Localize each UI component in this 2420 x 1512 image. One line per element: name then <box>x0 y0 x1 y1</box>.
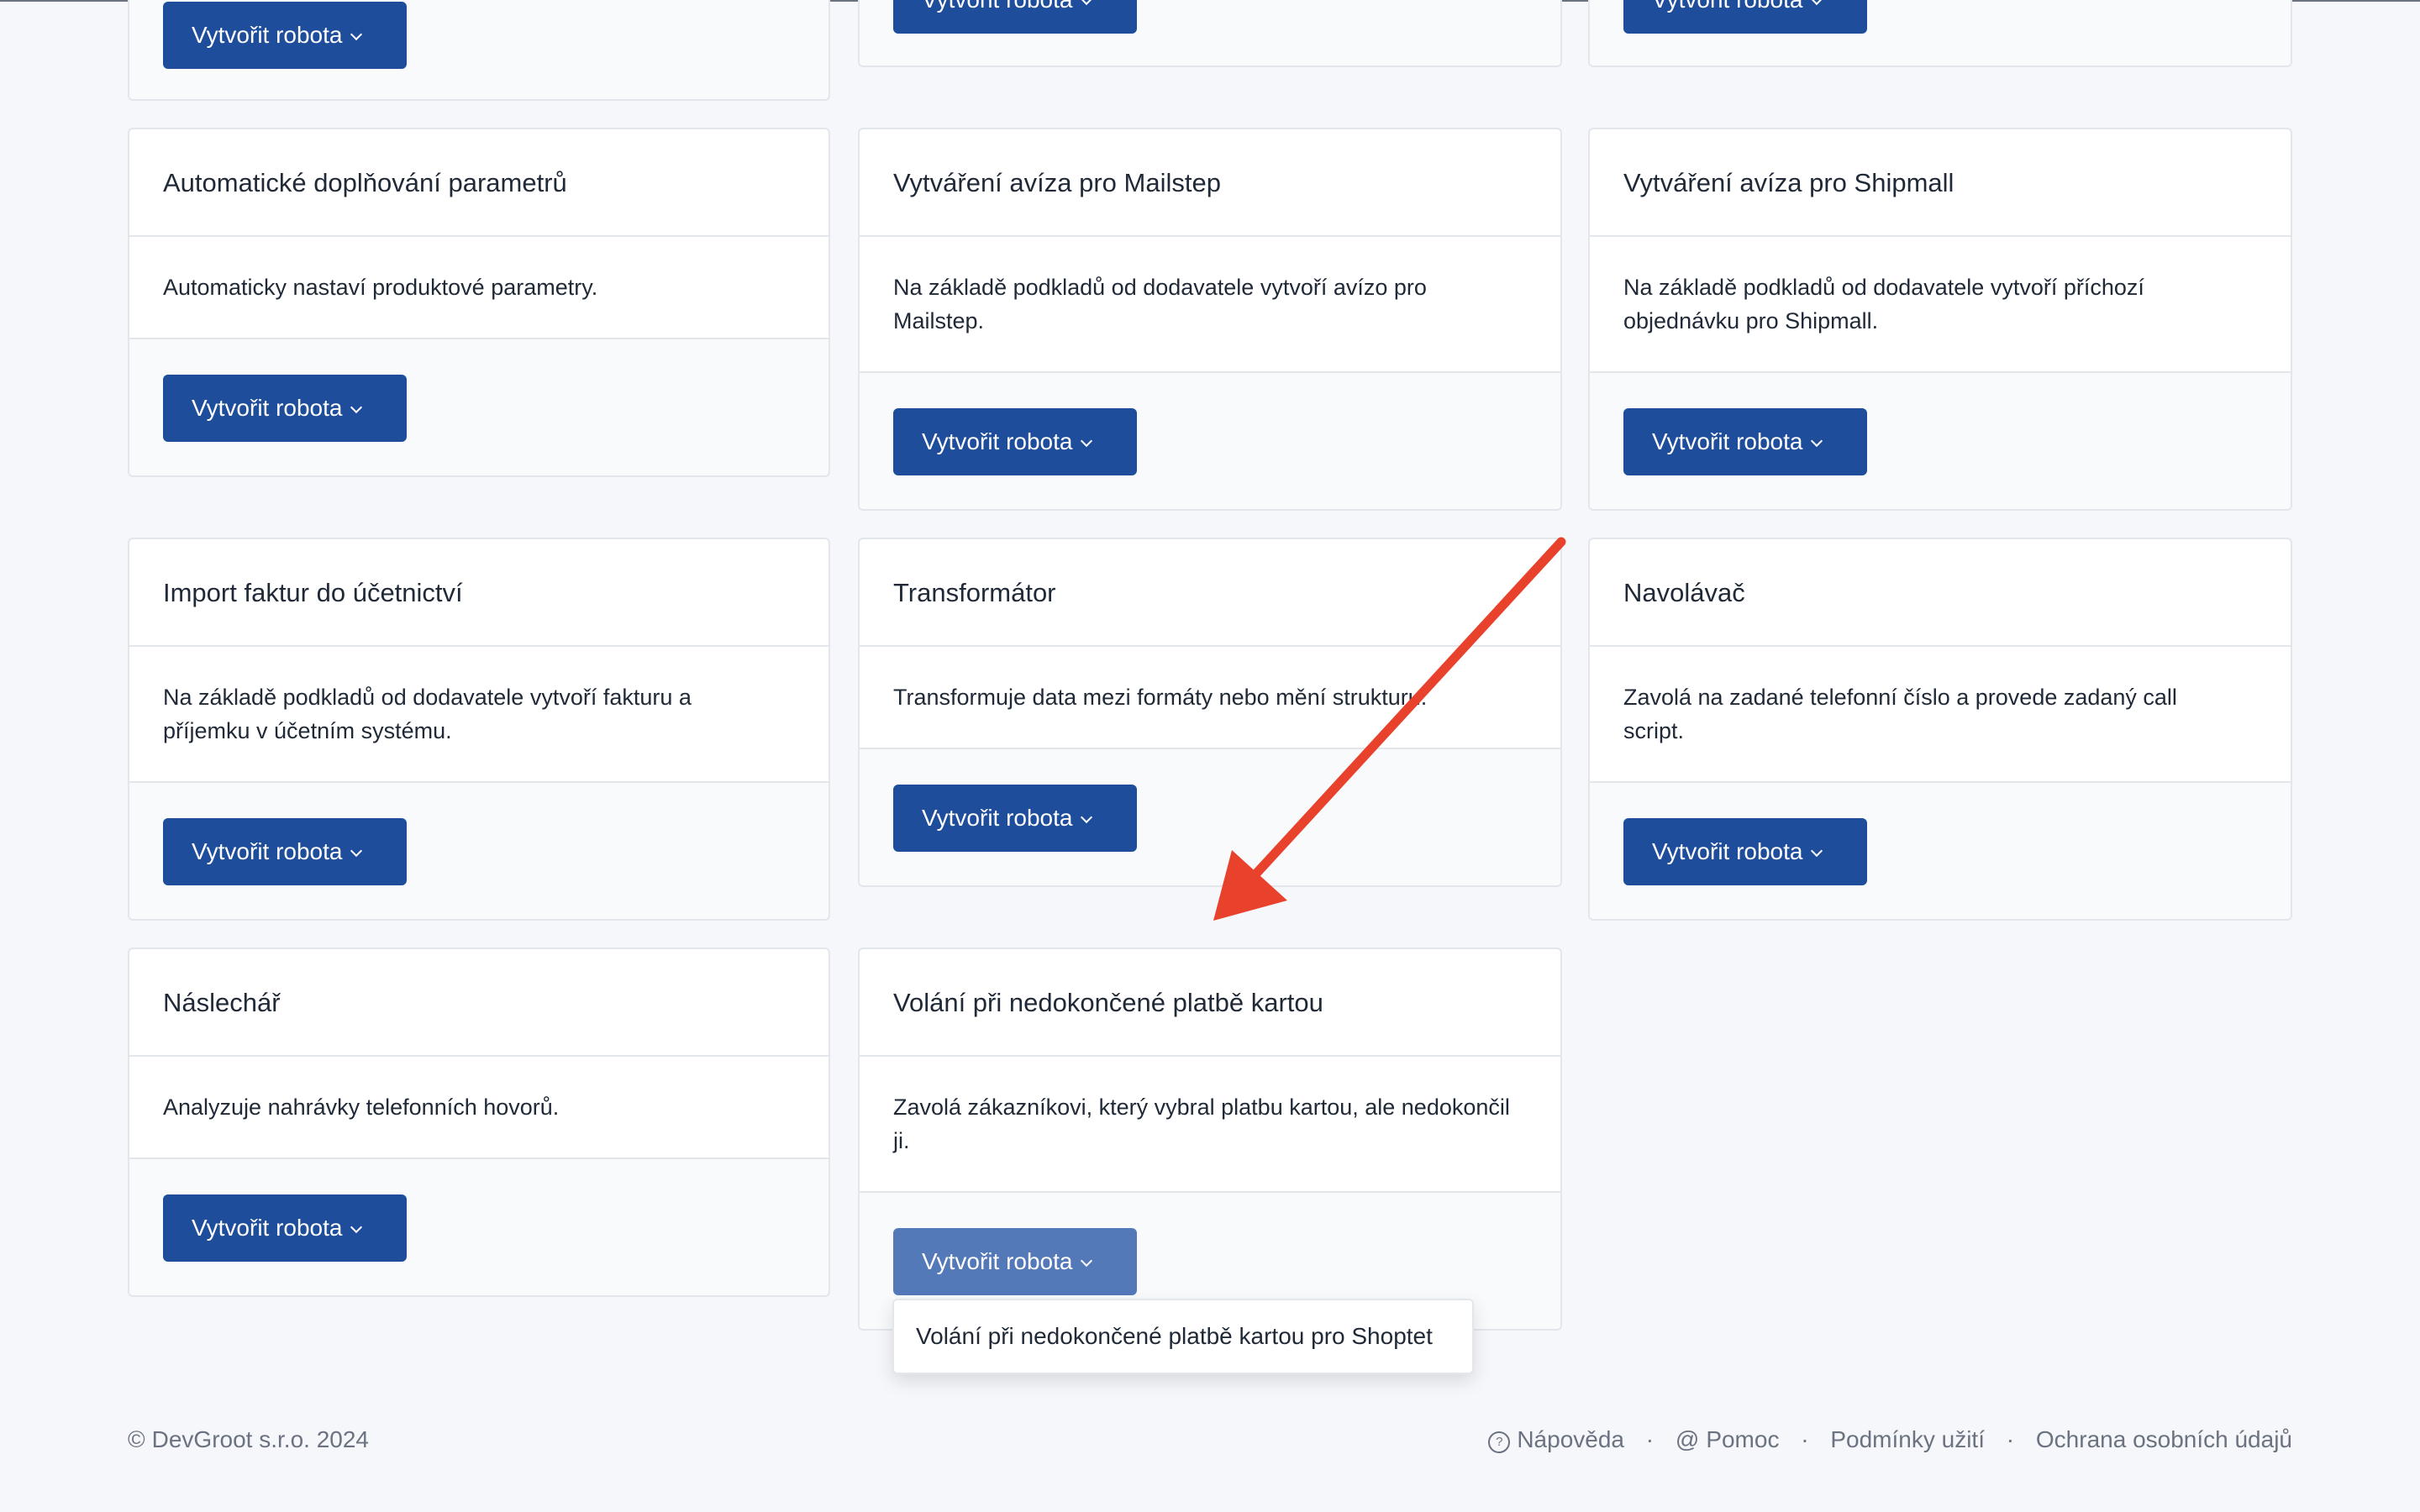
chevron-down-icon <box>1811 0 1823 6</box>
question-circle-icon: ? <box>1488 1431 1511 1453</box>
footer-link-support[interactable]: Pomoc <box>1706 1426 1779 1452</box>
create-robot-button-label: Vytvořit robota <box>192 838 343 864</box>
robot-card: Vytvořit robota <box>128 0 830 101</box>
card-header: Vytváření avíza pro Shipmall <box>1590 129 2291 237</box>
chevron-down-icon <box>1081 811 1093 824</box>
create-robot-button[interactable]: Vytvořit robota <box>163 2 407 69</box>
create-robot-button[interactable]: Vytvořit robota <box>163 1194 407 1262</box>
robot-card-mailstep: Vytváření avíza pro Mailstep Na základě … <box>858 128 1562 511</box>
card-title: Navolávač <box>1623 578 1745 607</box>
create-robot-button[interactable]: Vytvořit robota <box>893 408 1137 475</box>
robot-card-invoice-import: Import faktur do účetnictví Na základě p… <box>128 538 830 921</box>
footer-links: ? Nápověda · @ Pomoc · Podmínky užití · Oc… <box>1488 1426 2292 1455</box>
card-description: Zavolá na zadané telefonní číslo a prove… <box>1623 685 2177 743</box>
card-title: Vytváření avíza pro Shipmall <box>1623 168 1954 197</box>
robot-card-transformer: Transformátor Transformuje data mezi for… <box>858 538 1562 887</box>
create-robot-button-label: Vytvořit robota <box>922 805 1073 831</box>
card-description: Transformuje data mezi formáty nebo mění… <box>893 685 1428 710</box>
chevron-down-icon <box>350 401 363 414</box>
chevron-down-icon <box>1811 434 1823 448</box>
chevron-down-icon <box>1811 844 1823 858</box>
card-description: Na základě podkladů od dodavatele vytvoř… <box>163 685 692 743</box>
create-robot-button-label: Vytvořit robota <box>1652 838 1803 864</box>
card-body: Na základě podkladů od dodavatele vytvoř… <box>860 237 1560 373</box>
card-header: Navolávač <box>1590 539 2291 647</box>
at-icon: @ <box>1675 1426 1700 1452</box>
chevron-down-icon <box>1081 0 1093 6</box>
footer-link-terms[interactable]: Podmínky užití <box>1830 1426 1985 1452</box>
robot-card-unfinished-card-payment: Volání při nedokončené platbě kartou Zav… <box>858 948 1562 1331</box>
robot-card-shipmall: Vytváření avíza pro Shipmall Na základě … <box>1588 128 2292 511</box>
create-robot-button[interactable]: Vytvořit robota <box>893 1228 1137 1295</box>
card-header: Volání při nedokončené platbě kartou <box>860 949 1560 1057</box>
chevron-down-icon <box>350 28 363 41</box>
copyright-icon: © <box>128 1426 145 1452</box>
footer-link-help[interactable]: Nápověda <box>1517 1426 1624 1452</box>
dropdown-item-shoptet[interactable]: Volání při nedokončené platbě kartou pro… <box>916 1300 1433 1373</box>
create-robot-button-label: Vytvořit robota <box>192 22 343 48</box>
create-robot-button[interactable]: Vytvořit robota <box>893 785 1137 852</box>
card-title: Transformátor <box>893 578 1056 607</box>
card-body: Automaticky nastaví produktové parametry… <box>129 237 829 339</box>
create-robot-button[interactable]: Vytvořit robota <box>893 0 1137 34</box>
create-robot-button[interactable]: Vytvořit robota <box>163 818 407 885</box>
robot-card-call-listener: Náslechář Analyzuje nahrávky telefonních… <box>128 948 830 1297</box>
card-description: Na základě podkladů od dodavatele vytvoř… <box>1623 275 2144 333</box>
card-title: Import faktur do účetnictví <box>163 578 463 607</box>
create-robot-button-label: Vytvořit robota <box>192 395 343 421</box>
create-robot-button-label: Vytvořit robota <box>922 0 1072 13</box>
create-robot-button-label: Vytvořit robota <box>1652 428 1803 454</box>
create-robot-button-label: Vytvořit robota <box>922 428 1073 454</box>
card-description: Automaticky nastaví produktové parametry… <box>163 275 598 300</box>
card-title: Náslechář <box>163 988 281 1017</box>
card-title: Automatické doplňování parametrů <box>163 168 567 197</box>
footer-copyright: © DevGroot s.r.o. 2024 <box>128 1426 369 1453</box>
create-robot-button[interactable]: Vytvořit robota <box>163 375 407 442</box>
card-header: Automatické doplňování parametrů <box>129 129 829 237</box>
copyright-text: DevGroot s.r.o. 2024 <box>151 1426 369 1452</box>
footer-link-privacy[interactable]: Ochrana osobních údajů <box>2036 1426 2292 1452</box>
card-header: Transformátor <box>860 539 1560 647</box>
footer-separator: · <box>1645 1426 1655 1452</box>
card-body: Transformuje data mezi formáty nebo mění… <box>860 647 1560 749</box>
card-body: Zavolá zákazníkovi, který vybral platbu … <box>860 1057 1560 1193</box>
robot-card: Vytvořit robota <box>1588 0 2292 67</box>
create-robot-dropdown-menu: Volání při nedokončené platbě kartou pro… <box>892 1299 1474 1374</box>
robot-card-auto-parameters: Automatické doplňování parametrů Automat… <box>128 128 830 477</box>
card-header: Vytváření avíza pro Mailstep <box>860 129 1560 237</box>
card-description: Zavolá zákazníkovi, který vybral platbu … <box>893 1095 1510 1153</box>
card-title: Vytváření avíza pro Mailstep <box>893 168 1221 197</box>
footer-separator: · <box>2006 1426 2015 1452</box>
card-header: Import faktur do účetnictví <box>129 539 829 647</box>
chevron-down-icon <box>1081 1254 1093 1268</box>
create-robot-button[interactable]: Vytvořit robota <box>1623 408 1867 475</box>
create-robot-button-label: Vytvořit robota <box>192 1215 343 1241</box>
card-body: Analyzuje nahrávky telefonních hovorů. <box>129 1057 829 1159</box>
chevron-down-icon <box>1081 434 1093 448</box>
card-title: Volání při nedokončené platbě kartou <box>893 988 1323 1017</box>
card-body: Na základě podkladů od dodavatele vytvoř… <box>1590 237 2291 373</box>
card-description: Na základě podkladů od dodavatele vytvoř… <box>893 275 1427 333</box>
card-body: Zavolá na zadané telefonní číslo a prove… <box>1590 647 2291 783</box>
robot-card: Vytvořit robota <box>858 0 1562 67</box>
create-robot-button-label: Vytvořit robota <box>1652 0 1802 13</box>
create-robot-button[interactable]: Vytvořit robota <box>1623 0 1867 34</box>
chevron-down-icon <box>350 1221 363 1234</box>
create-robot-button-label: Vytvořit robota <box>922 1248 1073 1274</box>
card-description: Analyzuje nahrávky telefonních hovorů. <box>163 1095 560 1120</box>
card-header: Náslechář <box>129 949 829 1057</box>
robot-card-caller: Navolávač Zavolá na zadané telefonní čís… <box>1588 538 2292 921</box>
footer-separator: · <box>1801 1426 1809 1452</box>
card-body: Na základě podkladů od dodavatele vytvoř… <box>129 647 829 783</box>
chevron-down-icon <box>350 844 363 858</box>
create-robot-button[interactable]: Vytvořit robota <box>1623 818 1867 885</box>
